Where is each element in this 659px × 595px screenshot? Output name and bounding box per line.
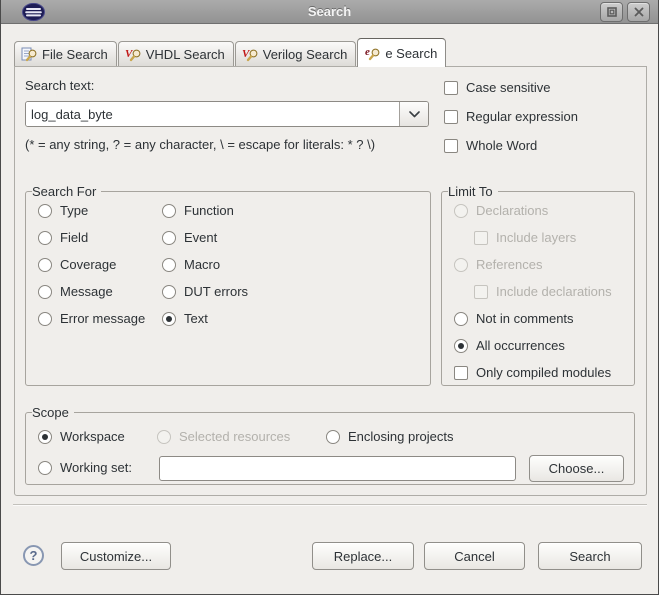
e-search-icon: e: [364, 46, 381, 61]
vhdl-search-icon: V: [125, 47, 142, 62]
maximize-button[interactable]: [600, 2, 623, 22]
tab-verilog-search[interactable]: V Verilog Search: [234, 41, 357, 67]
tab-label: e Search: [385, 45, 438, 61]
tab-panel: [14, 66, 647, 496]
footer-separator: [13, 504, 647, 506]
tab-label: VHDL Search: [145, 47, 225, 62]
verilog-search-icon: V: [242, 47, 259, 62]
tab-file-search[interactable]: File Search: [14, 41, 117, 67]
tab-label: Verilog Search: [262, 47, 348, 62]
svg-text:e: e: [365, 46, 370, 58]
tab-bar: File Search V VHDL Search V Verilog Sear: [14, 38, 447, 67]
window-title: Search: [307, 4, 352, 19]
close-button[interactable]: [627, 2, 650, 22]
customize-button[interactable]: Customize...: [61, 542, 171, 570]
help-icon[interactable]: ?: [23, 545, 44, 566]
file-search-icon: [21, 47, 38, 62]
tab-e-search[interactable]: e e Search: [357, 38, 447, 67]
titlebar[interactable]: Search: [1, 0, 658, 24]
search-dialog: Search File Search V VHDL Search V Veril…: [0, 0, 659, 595]
cancel-button[interactable]: Cancel: [424, 542, 525, 570]
tab-vhdl-search[interactable]: V VHDL Search: [117, 41, 234, 67]
eclipse-logo-icon: [22, 2, 45, 22]
search-button[interactable]: Search: [538, 542, 642, 570]
tab-label: File Search: [42, 47, 108, 62]
replace-button[interactable]: Replace...: [312, 542, 414, 570]
